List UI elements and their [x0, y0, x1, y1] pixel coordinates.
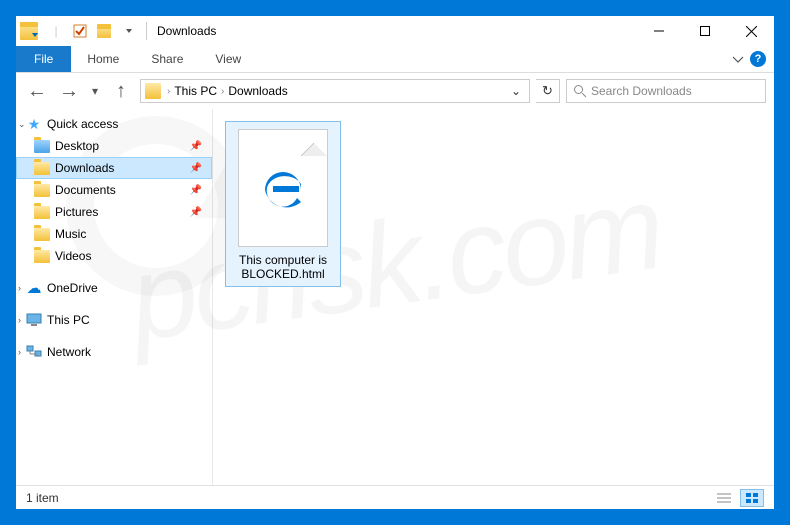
breadcrumb-segment[interactable]: This PC — [174, 84, 217, 98]
caret-icon[interactable]: ⌄ — [18, 119, 26, 130]
breadcrumb-segment[interactable]: Downloads — [228, 84, 287, 98]
qat-customize-button[interactable] — [116, 19, 140, 43]
ribbon-file-tab[interactable]: File — [16, 46, 71, 72]
back-button[interactable]: ← — [24, 78, 50, 104]
sidebar-item-label: OneDrive — [47, 281, 98, 295]
star-icon: ★ — [26, 116, 42, 132]
help-button[interactable]: ? — [750, 51, 766, 67]
pin-icon: 📌 — [190, 163, 202, 174]
title-bar: | Downloads — [16, 16, 774, 46]
caret-icon[interactable]: › — [18, 315, 21, 325]
refresh-button[interactable]: ↻ — [536, 79, 560, 103]
window-title: Downloads — [157, 24, 216, 38]
explorer-window: pcrisk.com | Downloads File Home Share V… — [15, 15, 775, 510]
sidebar-item-label: This PC — [47, 313, 90, 327]
app-icon[interactable] — [20, 19, 44, 43]
content-pane[interactable]: This computer is BLOCKED.html — [213, 109, 774, 485]
search-placeholder: Search Downloads — [591, 84, 692, 98]
sidebar-this-pc[interactable]: › This PC — [16, 309, 212, 331]
up-button[interactable]: ↑ — [108, 78, 134, 104]
sidebar-network[interactable]: › Network — [16, 341, 212, 363]
address-folder-icon — [145, 83, 161, 99]
page-fold-icon — [301, 130, 327, 156]
view-icons-button[interactable] — [740, 489, 764, 507]
sidebar-item-label: Quick access — [47, 117, 118, 131]
quick-access-toolbar: | — [16, 19, 153, 43]
ribbon-tab-share[interactable]: Share — [135, 46, 199, 72]
sidebar-onedrive[interactable]: › ☁ OneDrive — [16, 277, 212, 299]
view-details-button[interactable] — [712, 489, 736, 507]
recent-locations-button[interactable]: ▾ — [88, 78, 102, 104]
sidebar-item-downloads[interactable]: Downloads 📌 — [16, 157, 212, 179]
chevron-right-icon[interactable]: › — [217, 86, 228, 97]
qat-separator: | — [44, 19, 68, 43]
ribbon-tab-home[interactable]: Home — [71, 46, 135, 72]
search-icon — [573, 84, 587, 98]
file-thumbnail — [238, 129, 328, 247]
window-controls — [636, 16, 774, 46]
sidebar-item-label: Downloads — [55, 161, 114, 175]
navigation-bar: ← → ▾ ↑ › This PC › Downloads ⌄ ↻ Search… — [16, 73, 774, 109]
search-input[interactable]: Search Downloads — [566, 79, 766, 103]
edge-icon — [257, 162, 309, 214]
pin-icon: 📌 — [190, 141, 202, 152]
forward-button[interactable]: → — [56, 78, 82, 104]
sidebar-item-label: Pictures — [55, 205, 98, 219]
sidebar-item-pictures[interactable]: Pictures 📌 — [16, 201, 212, 223]
sidebar-item-label: Music — [55, 227, 86, 241]
pin-icon: 📌 — [190, 185, 202, 196]
cloud-icon: ☁ — [26, 280, 42, 296]
sidebar-item-desktop[interactable]: Desktop 📌 — [16, 135, 212, 157]
ribbon: File Home Share View ? — [16, 46, 774, 73]
qat-divider — [146, 22, 147, 40]
close-button[interactable] — [728, 16, 774, 46]
ribbon-tab-view[interactable]: View — [199, 46, 257, 72]
maximize-button[interactable] — [682, 16, 728, 46]
caret-icon[interactable]: › — [18, 347, 21, 357]
sidebar-item-label: Network — [47, 345, 91, 359]
sidebar-item-videos[interactable]: Videos — [16, 245, 212, 267]
sidebar-item-documents[interactable]: Documents 📌 — [16, 179, 212, 201]
status-bar: 1 item — [16, 485, 774, 509]
address-dropdown-button[interactable]: ⌄ — [511, 84, 521, 98]
qat-properties-button[interactable] — [68, 19, 92, 43]
sidebar-item-label: Desktop — [55, 139, 99, 153]
sidebar-item-music[interactable]: Music — [16, 223, 212, 245]
navigation-pane[interactable]: ⌄ ★ Quick access Desktop 📌 Downloads 📌 D… — [16, 109, 213, 485]
monitor-icon — [26, 312, 42, 328]
sidebar-item-label: Videos — [55, 249, 91, 263]
file-item[interactable]: This computer is BLOCKED.html — [225, 121, 341, 287]
address-bar[interactable]: › This PC › Downloads ⌄ — [140, 79, 530, 103]
pin-icon: 📌 — [190, 207, 202, 218]
minimize-button[interactable] — [636, 16, 682, 46]
status-item-count: 1 item — [26, 491, 59, 505]
ribbon-expand-icon[interactable] — [732, 53, 744, 65]
file-name-label: This computer is BLOCKED.html — [227, 251, 339, 285]
sidebar-quick-access[interactable]: ⌄ ★ Quick access — [16, 113, 212, 135]
caret-icon[interactable]: › — [18, 283, 21, 293]
network-icon — [26, 344, 42, 360]
chevron-right-icon[interactable]: › — [163, 86, 174, 97]
main-area: ⌄ ★ Quick access Desktop 📌 Downloads 📌 D… — [16, 109, 774, 485]
qat-newfolder-button[interactable] — [92, 19, 116, 43]
sidebar-item-label: Documents — [55, 183, 116, 197]
